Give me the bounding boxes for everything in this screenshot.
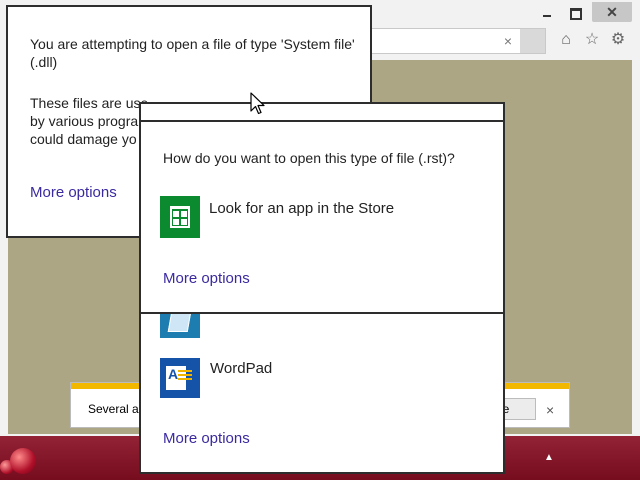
home-icon[interactable]: ⌂ <box>556 30 576 50</box>
rst-dialog-divider <box>141 120 503 122</box>
minimize-icon[interactable] <box>540 6 554 20</box>
notification-close-icon[interactable]: × <box>546 402 554 418</box>
wordpad-option[interactable]: WordPad <box>210 360 272 377</box>
store-option[interactable]: Look for an app in the Store <box>209 200 394 217</box>
apps-more-options-link[interactable]: More options <box>163 430 250 447</box>
close-icon: ✕ <box>606 4 618 20</box>
rst-dialog-question: How do you want to open this type of fil… <box>163 150 455 166</box>
clear-address-icon[interactable]: × <box>496 28 520 54</box>
address-go-button[interactable] <box>520 29 545 53</box>
ornament-icon <box>10 448 36 474</box>
close-button[interactable]: ✕ <box>592 2 632 22</box>
star-icon[interactable]: ☆ <box>582 30 602 50</box>
wordpad-icon[interactable] <box>160 358 200 398</box>
gear-icon[interactable]: ⚙ <box>608 30 628 50</box>
mouse-cursor-icon <box>250 92 265 115</box>
windows-logo-icon <box>173 211 187 225</box>
dll-dialog-message: You are attempting to open a file of typ… <box>30 36 355 70</box>
tray-expand-icon[interactable]: ▲ <box>544 452 554 463</box>
notification-text: Several ad <box>88 402 146 416</box>
dll-more-options-link[interactable]: More options <box>30 184 117 201</box>
rst-more-options-link[interactable]: More options <box>163 270 250 287</box>
maximize-icon[interactable] <box>568 6 582 20</box>
